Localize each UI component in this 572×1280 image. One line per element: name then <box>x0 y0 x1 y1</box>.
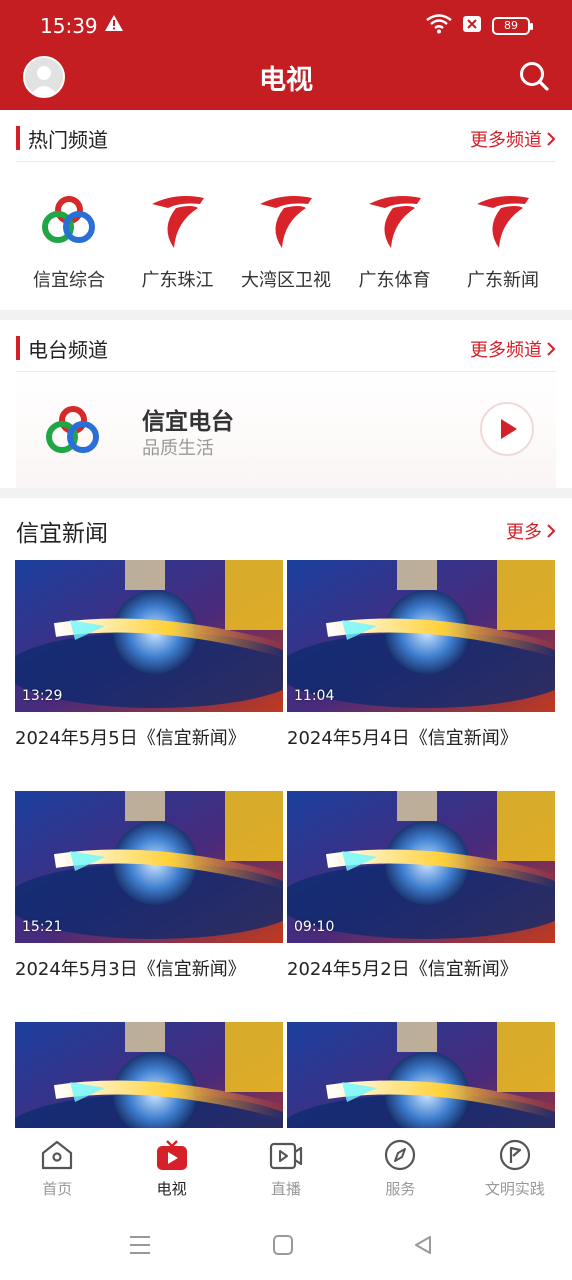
page-title: 电视 <box>259 65 313 96</box>
wifi-icon <box>426 14 452 38</box>
tv-icon <box>156 1140 187 1170</box>
channel-name: 信宜综合 <box>33 270 105 291</box>
channel-item[interactable]: 广东珠江 <box>124 188 232 292</box>
video-duration: 09:10 <box>294 919 335 935</box>
gdtv-logo-icon <box>151 196 204 248</box>
play-button[interactable] <box>480 402 534 456</box>
radio-station-card[interactable]: 信宜电台 品质生活 <box>16 372 556 490</box>
news-item[interactable]: 13:29 2024年5月5日《信宜新闻》 <box>15 560 283 750</box>
more-label: 更多 <box>506 522 542 543</box>
tab-label: 首页 <box>42 1180 73 1198</box>
video-thumbnail <box>15 1022 283 1128</box>
video-duration: 13:29 <box>22 688 63 704</box>
compass-icon <box>385 1139 416 1171</box>
news-item[interactable] <box>15 1022 283 1128</box>
news-caption: 2024年5月4日《信宜新闻》 <box>287 728 518 749</box>
tab-label: 直播 <box>271 1180 302 1198</box>
more-channels-link[interactable]: 更多频道 <box>470 126 556 152</box>
news-item[interactable]: 15:21 2024年5月3日《信宜新闻》 <box>15 791 283 981</box>
news-caption: 2024年5月2日《信宜新闻》 <box>287 959 518 980</box>
channel-grid: 信宜综合 广东珠江 大湾区卫视 广东体育 广东新闻 <box>15 188 557 292</box>
radio-channels-header: 电台频道 更多频道 <box>16 320 556 372</box>
flag-icon <box>499 1139 530 1171</box>
gdtv-logo-icon <box>260 196 312 248</box>
tab-label: 电视 <box>156 1180 187 1198</box>
radio-channels-section: 电台频道 更多频道 信宜电台 品质生活 <box>0 320 572 490</box>
gdtv-logo-icon <box>368 196 421 248</box>
section-marker <box>16 126 20 150</box>
tab-civilization[interactable]: 文明实践 <box>458 1128 572 1212</box>
more-channels-link[interactable]: 更多频道 <box>470 336 556 362</box>
chevron-right-icon <box>547 342 556 356</box>
channel-item[interactable]: 信宜综合 <box>15 188 123 292</box>
tab-tv[interactable]: 电视 <box>114 1128 228 1212</box>
video-thumbnail <box>287 1022 555 1128</box>
home-icon <box>42 1140 73 1170</box>
status-time: 15:39 <box>40 14 98 38</box>
video-thumbnail: 15:21 <box>15 791 283 943</box>
radio-station-subtitle: 品质生活 <box>142 438 214 459</box>
tab-label: 文明实践 <box>484 1180 545 1198</box>
tab-home[interactable]: 首页 <box>0 1128 114 1212</box>
xinyi-logo-icon <box>46 406 99 453</box>
channel-name: 广东体育 <box>358 270 431 291</box>
system-nav-bar <box>0 1212 572 1280</box>
more-label: 更多频道 <box>470 340 542 361</box>
section-title: 热门频道 <box>28 128 108 152</box>
video-thumbnail: 09:10 <box>287 791 555 943</box>
channel-name: 广东珠江 <box>141 270 214 291</box>
play-icon <box>501 419 517 439</box>
radio-station-name: 信宜电台 <box>142 409 234 435</box>
video-duration: 11:04 <box>294 688 335 704</box>
section-divider <box>0 310 572 320</box>
news-item[interactable] <box>287 1022 555 1128</box>
hot-channels-section: 热门频道 更多频道 信宜综合 广东珠江 大湾区卫视 广东体育 广东新闻 <box>0 110 572 310</box>
more-news-link[interactable]: 更多 <box>506 518 556 544</box>
tab-services[interactable]: 服务 <box>343 1128 457 1212</box>
video-duration: 15:21 <box>22 919 63 935</box>
search-icon[interactable] <box>518 60 550 92</box>
channel-name: 广东新闻 <box>467 270 539 291</box>
section-divider <box>0 488 572 498</box>
home-square-icon[interactable] <box>272 1234 294 1256</box>
app-header: 电视 <box>0 52 572 110</box>
hot-channels-header: 热门频道 更多频道 <box>16 110 556 162</box>
battery-indicator: 89 <box>492 17 533 35</box>
channel-item[interactable]: 广东体育 <box>341 188 449 292</box>
news-caption: 2024年5月5日《信宜新闻》 <box>15 728 246 749</box>
warning-icon <box>104 13 124 37</box>
sim-off-icon <box>462 15 482 37</box>
tab-live[interactable]: 直播 <box>229 1128 343 1212</box>
back-icon[interactable] <box>412 1234 434 1256</box>
section-title: 信宜新闻 <box>16 521 108 547</box>
channel-name: 大湾区卫视 <box>241 270 331 291</box>
section-marker <box>16 336 20 360</box>
xinyi-logo-icon <box>42 196 95 243</box>
channel-item[interactable]: 大湾区卫视 <box>232 188 340 292</box>
channel-item[interactable]: 广东新闻 <box>449 188 557 292</box>
menu-icon[interactable] <box>128 1234 152 1256</box>
news-header: 信宜新闻 更多 <box>16 514 556 554</box>
gdtv-logo-icon <box>477 196 529 248</box>
section-title: 电台频道 <box>28 338 108 362</box>
more-label: 更多频道 <box>470 130 542 151</box>
news-section: 信宜新闻 更多 13:29 2024年5月5日《信宜新闻》 11:04 2024… <box>0 498 572 1128</box>
bottom-tab-bar: 首页 电视 直播 服务 文明实践 <box>0 1128 572 1212</box>
news-caption: 2024年5月3日《信宜新闻》 <box>15 959 246 980</box>
tab-label: 服务 <box>385 1180 416 1198</box>
video-thumbnail: 13:29 <box>15 560 283 712</box>
video-thumbnail: 11:04 <box>287 560 555 712</box>
live-video-icon <box>269 1142 303 1170</box>
status-bar: 15:39 89 <box>0 0 572 52</box>
news-item[interactable]: 11:04 2024年5月4日《信宜新闻》 <box>287 560 555 750</box>
status-indicators: 89 <box>426 14 533 38</box>
chevron-right-icon <box>547 132 556 146</box>
chevron-right-icon <box>547 524 556 538</box>
news-item[interactable]: 09:10 2024年5月2日《信宜新闻》 <box>287 791 555 981</box>
